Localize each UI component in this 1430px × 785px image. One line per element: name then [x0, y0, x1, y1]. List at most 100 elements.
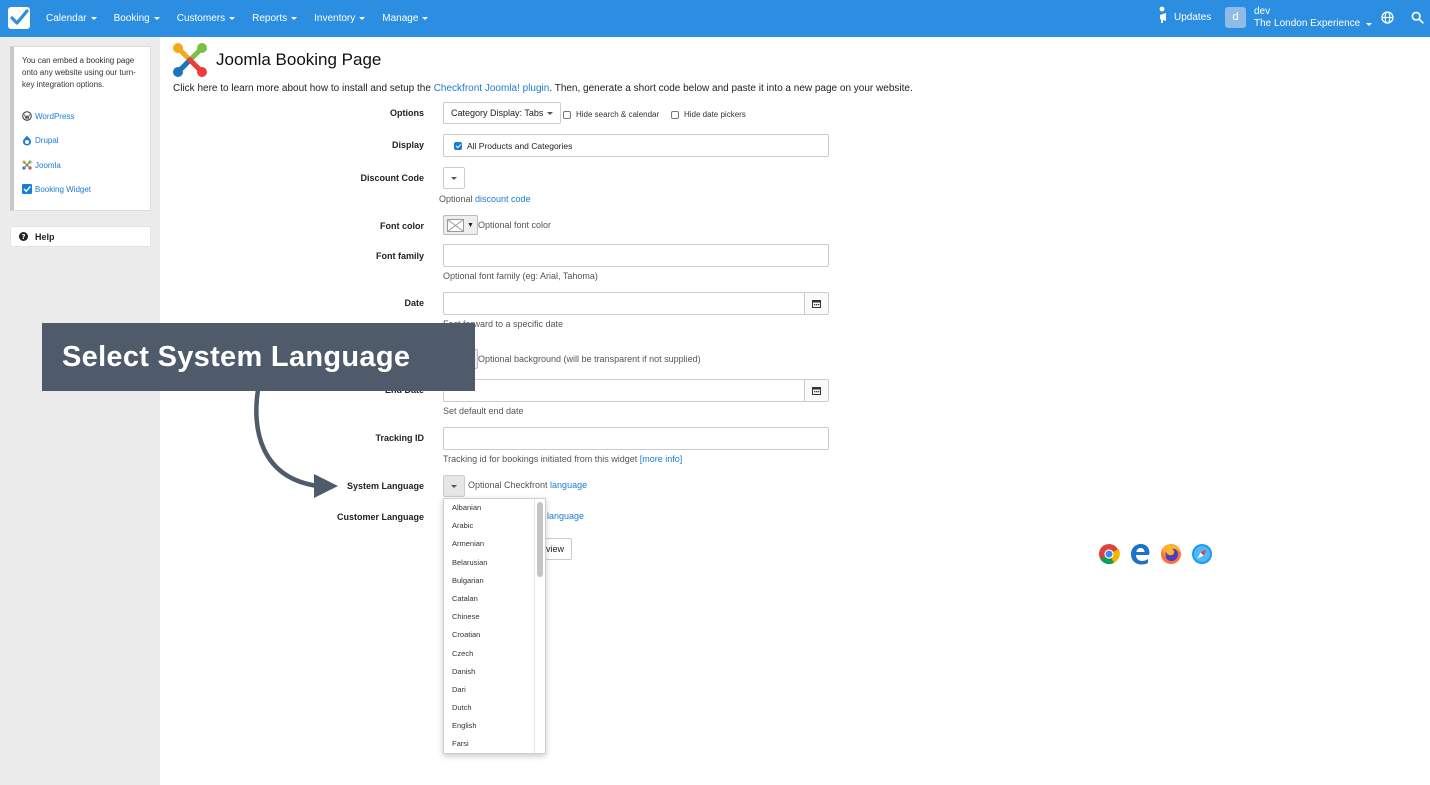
customer-language-link[interactable]: language — [547, 511, 584, 521]
end-date-input[interactable] — [443, 379, 829, 402]
firefox-icon — [1160, 543, 1182, 565]
joomla-icon — [22, 160, 32, 170]
edge-icon — [1129, 543, 1151, 565]
customer-language-help: language — [547, 511, 584, 521]
tutorial-callout: Select System Language — [42, 323, 475, 391]
main-nav: Calendar Booking Customers Reports Inven… — [46, 0, 445, 37]
discount-code-dropdown[interactable] — [443, 167, 465, 189]
nav-customers[interactable]: Customers — [177, 13, 236, 24]
option-catalan[interactable]: Catalan — [444, 590, 545, 608]
discount-code-label: Discount Code — [360, 173, 424, 183]
chrome-icon — [1098, 543, 1120, 565]
option-bulgarian[interactable]: Bulgarian — [444, 572, 545, 590]
more-info-link[interactable]: [more info] — [640, 454, 683, 464]
no-color-swatch-icon — [447, 218, 464, 232]
tracking-id-input[interactable] — [443, 427, 829, 450]
drupal-icon — [23, 135, 31, 146]
chevron-down-icon — [90, 17, 97, 20]
checkbox-box — [563, 110, 571, 119]
chevron-down-icon — [153, 17, 160, 20]
chevron-down-icon — [1366, 22, 1373, 26]
system-language-help: Optional Checkfront language — [468, 480, 588, 490]
updates-label: Updates — [1174, 12, 1212, 23]
all-products-checkbox[interactable]: All Products and Categories — [454, 141, 572, 151]
joomla-plugin-link[interactable]: Checkfront Joomla! plugin — [434, 83, 550, 94]
sidebar-link-wordpress[interactable]: WordPress — [22, 111, 74, 121]
date-picker-button[interactable] — [804, 293, 828, 314]
font-family-input[interactable] — [443, 244, 829, 267]
end-date-picker-button[interactable] — [804, 380, 828, 401]
search-icon[interactable] — [1411, 11, 1424, 24]
page-title: Joomla Booking Page — [216, 50, 382, 69]
hide-search-checkbox[interactable]: Hide search & calendar — [563, 110, 659, 119]
supported-browsers — [1098, 543, 1222, 565]
account-name: The London Experience — [1254, 18, 1361, 29]
dropdown-scrollbar[interactable] — [534, 499, 545, 753]
discount-code-link[interactable]: discount code — [475, 194, 531, 204]
sidebar-link-joomla[interactable]: Joomla — [22, 160, 61, 170]
updates-button[interactable]: Updates — [1158, 6, 1211, 26]
option-belarusian[interactable]: Belarusian — [444, 554, 545, 572]
system-language-options[interactable]: Albanian Arabic Armenian Belarusian Bulg… — [443, 498, 546, 754]
nav-calendar[interactable]: Calendar — [46, 13, 97, 24]
checkfront-logo-icon[interactable] — [8, 7, 30, 29]
option-croatian[interactable]: Croatian — [444, 626, 545, 644]
nav-reports[interactable]: Reports — [252, 13, 298, 24]
integration-intro: You can embed a booking page onto any we… — [22, 56, 136, 89]
option-english[interactable]: English — [444, 717, 545, 735]
calendar-icon — [812, 300, 821, 308]
option-dutch[interactable]: Dutch — [444, 699, 545, 717]
sidebar: You can embed a booking page onto any we… — [0, 37, 160, 785]
scrollbar-thumb[interactable] — [537, 502, 543, 577]
option-danish[interactable]: Danish — [444, 663, 545, 681]
user-name: dev — [1254, 6, 1271, 17]
chevron-down-icon — [291, 17, 298, 20]
option-dari[interactable]: Dari — [444, 681, 545, 699]
option-farsi[interactable]: Farsi — [444, 735, 545, 753]
display-selector[interactable]: All Products and Categories — [443, 134, 829, 157]
option-albanian[interactable]: Albanian — [444, 499, 545, 517]
date-input[interactable] — [443, 292, 829, 315]
option-armenian[interactable]: Armenian — [444, 535, 545, 553]
option-czech[interactable]: Czech — [444, 645, 545, 663]
font-color-label: Font color — [380, 221, 424, 231]
calendar-icon — [812, 387, 821, 395]
nav-manage[interactable]: Manage — [382, 13, 429, 24]
wordpress-icon — [22, 111, 32, 121]
question-circle-icon: ? — [19, 232, 28, 241]
option-chinese[interactable]: Chinese — [444, 608, 545, 626]
system-language-dropdown[interactable] — [443, 475, 465, 497]
nav-inventory[interactable]: Inventory — [314, 13, 366, 24]
globe-icon[interactable] — [1381, 11, 1394, 24]
checkfront-icon — [22, 184, 32, 194]
safari-icon — [1191, 543, 1213, 565]
chevron-down-icon — [359, 17, 366, 20]
sidebar-link-booking-widget[interactable]: Booking Widget — [22, 184, 91, 194]
integration-panel: You can embed a booking page onto any we… — [10, 46, 151, 211]
help-button[interactable]: ? Help — [10, 226, 151, 247]
system-language-link[interactable]: language — [550, 480, 587, 490]
chevron-down-icon — [451, 484, 457, 488]
checkbox-checked-icon — [454, 142, 462, 150]
options-label: Options — [390, 108, 424, 118]
tracking-id-help: Tracking id for bookings initiated from … — [443, 454, 683, 464]
hide-date-pickers-checkbox[interactable]: Hide date pickers — [671, 110, 746, 119]
page-intro: Click here to learn more about how to in… — [173, 83, 913, 94]
option-arabic[interactable]: Arabic — [444, 517, 545, 535]
callout-arrow-icon — [254, 388, 338, 498]
category-display-dropdown[interactable]: Category Display: Tabs — [443, 102, 562, 124]
chevron-down-icon — [229, 17, 236, 20]
end-date-help: Set default end date — [443, 406, 524, 416]
discount-code-help: Optional discount code — [439, 194, 531, 204]
customer-language-label: Customer Language — [336, 512, 424, 522]
avatar[interactable]: d — [1225, 7, 1246, 28]
nav-booking[interactable]: Booking — [114, 13, 160, 24]
font-color-picker[interactable]: ▼ — [443, 215, 478, 235]
sidebar-link-drupal[interactable]: Drupal — [22, 135, 59, 146]
chevron-down-icon — [547, 111, 554, 115]
svg-text:?: ? — [21, 233, 25, 241]
chevron-down-icon — [422, 17, 429, 20]
account-menu[interactable]: dev The London Experience — [1254, 6, 1373, 30]
joomla-logo-icon — [173, 43, 207, 77]
font-color-help: Optional font color — [478, 220, 552, 230]
